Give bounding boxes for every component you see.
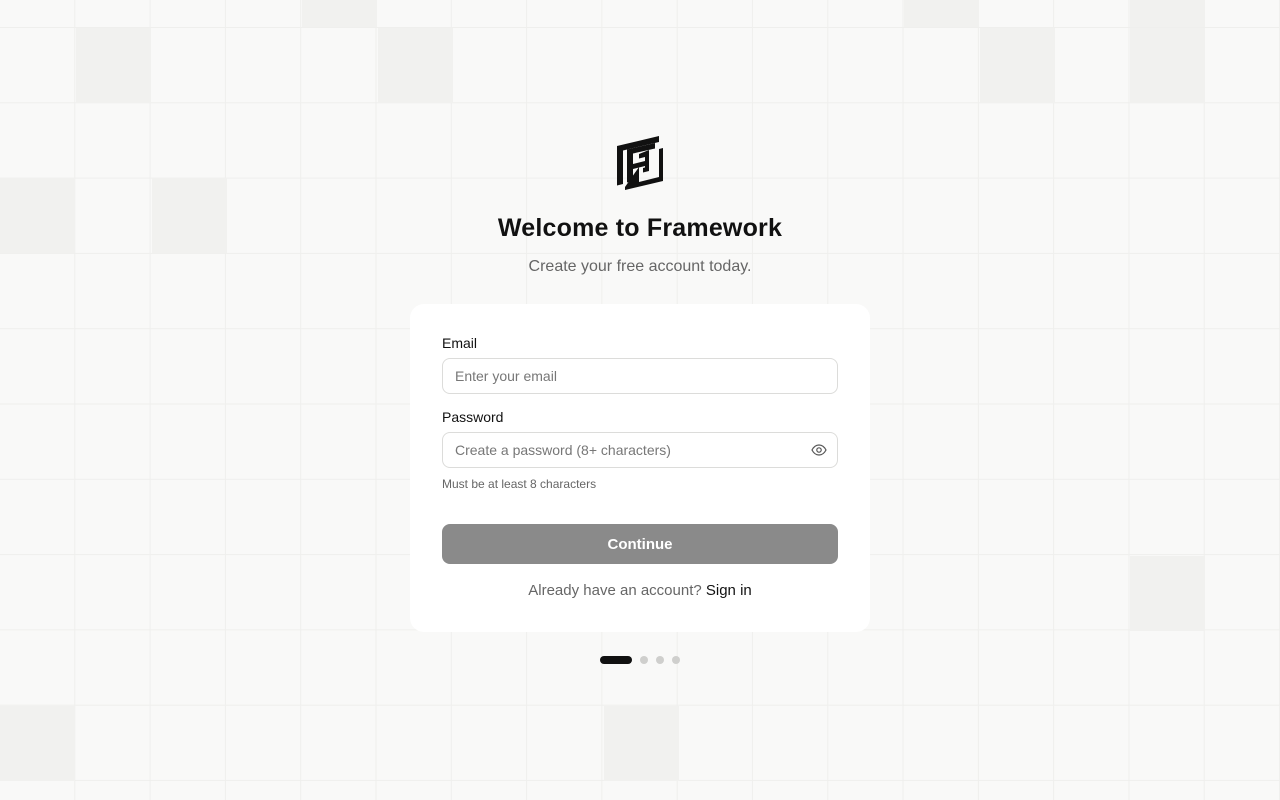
page-subtitle: Create your free account today. [528,258,752,275]
framework-logo-icon [617,136,663,190]
eye-icon[interactable] [811,442,827,458]
password-field-wrapper [442,432,838,468]
signin-link[interactable]: Sign in [706,582,752,599]
email-input[interactable] [443,359,837,393]
email-label: Email [442,335,478,351]
password-label: Password [442,409,504,425]
step-dot-4[interactable] [672,656,680,664]
step-dot-2[interactable] [640,656,648,664]
signin-prompt: Already have an account? [528,582,706,599]
page-title: Welcome to Framework [497,214,783,242]
email-field-wrapper [442,358,838,394]
signup-screen: Welcome to Framework Create your free ac… [0,0,1280,800]
signin-row: Already have an account? Sign in [410,582,870,599]
continue-button[interactable]: Continue [442,524,838,564]
password-input[interactable] [443,433,837,467]
step-dot-1[interactable] [600,656,632,664]
step-dot-3[interactable] [656,656,664,664]
step-indicator [600,656,680,664]
password-hint: Must be at least 8 characters [442,477,597,491]
signup-card: Email Password Must be at least 8 charac… [410,304,870,632]
